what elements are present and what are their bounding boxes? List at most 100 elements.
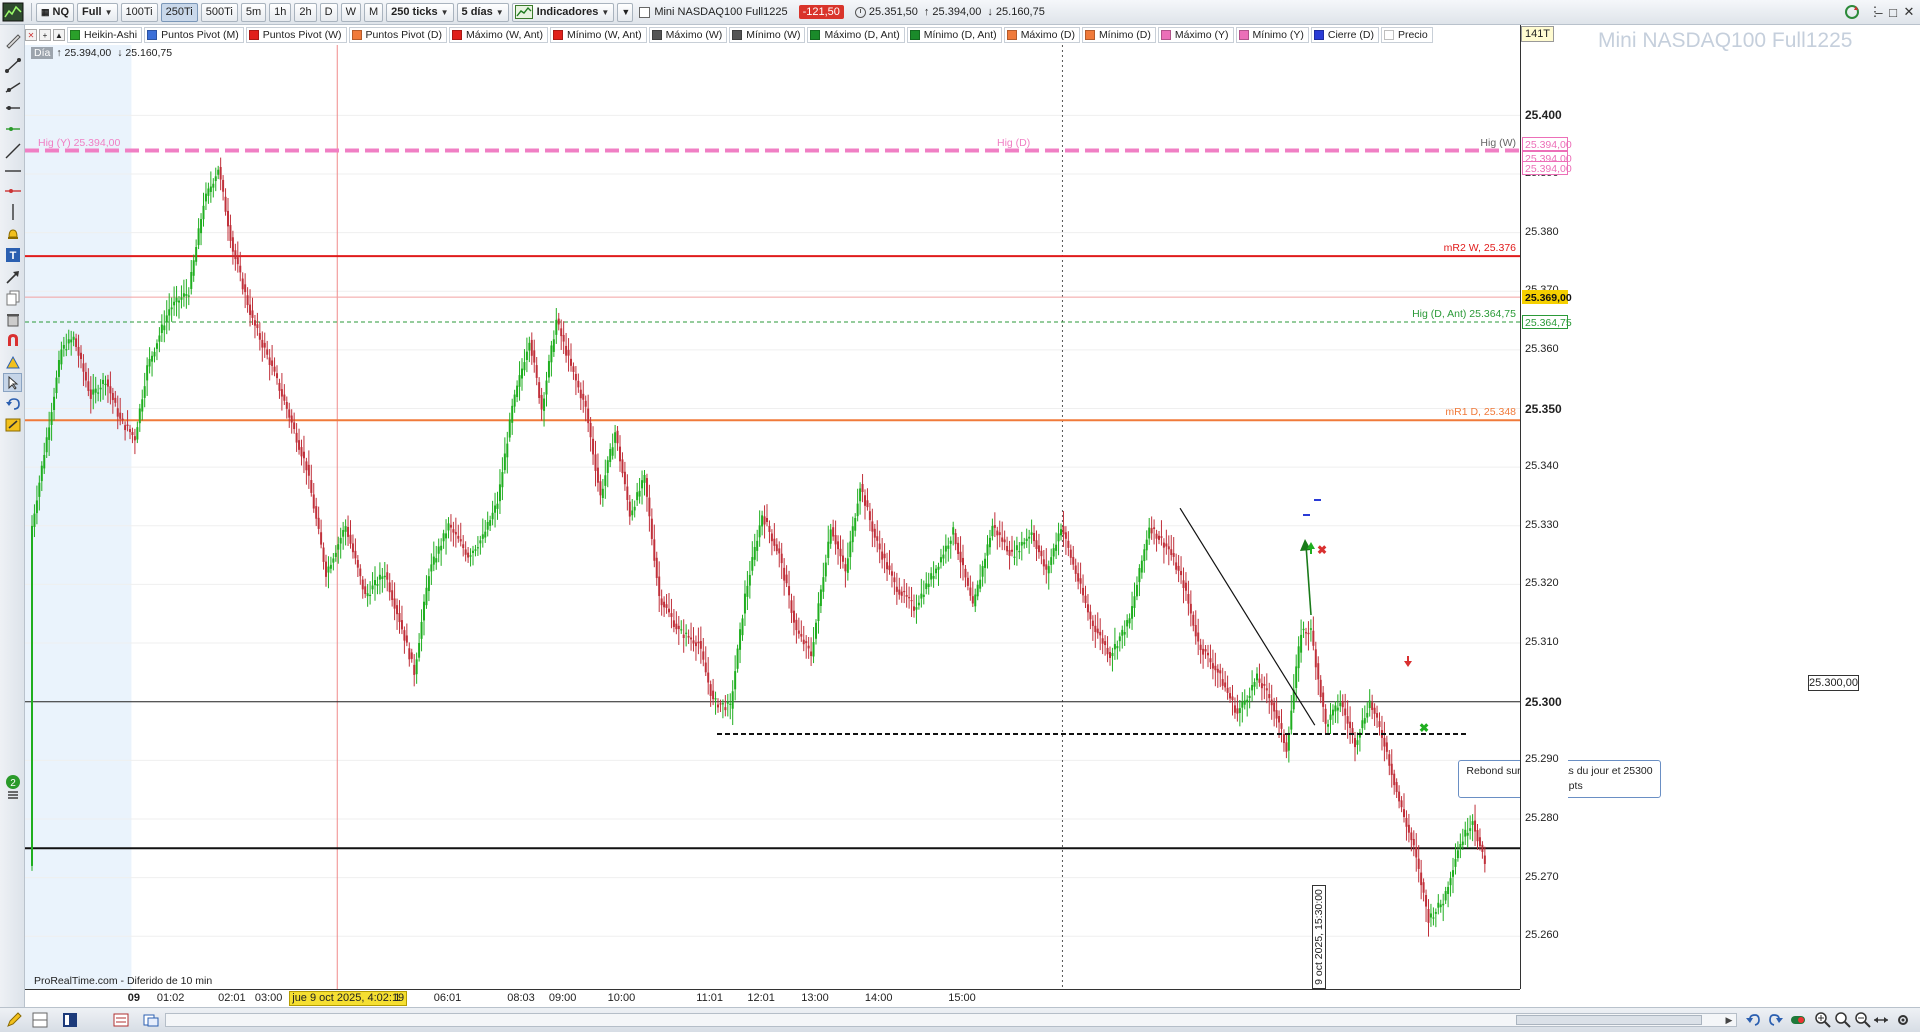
indicator-item[interactable]: Máximo (W) xyxy=(648,27,728,43)
interval-button-100ti[interactable]: 100Ti xyxy=(120,2,158,22)
range-dropdown[interactable]: 5 días ▼ xyxy=(456,2,509,22)
interval-button-d[interactable]: D xyxy=(319,2,338,22)
interval-button-w[interactable]: W xyxy=(340,2,361,22)
indicator-item[interactable]: Mínimo (W) xyxy=(729,27,806,43)
undo-drawing-icon[interactable] xyxy=(3,394,22,413)
magnet-icon[interactable] xyxy=(3,330,22,349)
scrollbar-thumb[interactable] xyxy=(1516,1015,1702,1025)
copy-icon[interactable] xyxy=(3,288,22,307)
candle-body xyxy=(80,352,82,360)
arrow-tool-icon[interactable] xyxy=(3,267,22,286)
app-logo-icon[interactable] xyxy=(2,2,24,22)
exit-marker-icon: ✖ xyxy=(1419,721,1429,735)
compare-icon[interactable] xyxy=(143,1012,159,1028)
candle-body xyxy=(518,375,521,387)
candle-body xyxy=(1356,740,1359,745)
candle-body xyxy=(437,546,440,554)
collapse-icon[interactable]: ▲ xyxy=(53,29,65,41)
units-dropdown[interactable]: 250 ticks ▼ xyxy=(386,2,454,22)
candle-body xyxy=(621,459,624,474)
alert-bell-icon[interactable] xyxy=(3,224,22,243)
info-icon xyxy=(639,6,651,18)
style-dropdown[interactable]: Full ▼ xyxy=(77,2,118,22)
redo-icon[interactable] xyxy=(1768,1012,1784,1028)
interval-button-2h[interactable]: 2h xyxy=(294,2,317,22)
candle-body xyxy=(1104,641,1107,646)
interval-button-5m[interactable]: 5m xyxy=(240,2,267,22)
horizontal-line-icon[interactable] xyxy=(3,161,22,180)
trash-icon[interactable] xyxy=(3,309,22,328)
trend-channel-icon[interactable] xyxy=(3,119,22,138)
candle-body xyxy=(1390,763,1393,776)
indicator-color-swatch xyxy=(810,30,821,40)
symbol-selector[interactable]: ▦ NQ xyxy=(36,2,75,22)
text-tool-icon[interactable]: T xyxy=(3,245,22,264)
candle-body xyxy=(655,557,658,579)
indicator-item[interactable]: Mínimo (Y) xyxy=(1235,27,1309,43)
time-axis[interactable]: 09 01:02 02:01 03:00 06:01 08:03 09:00 10:00 11:… xyxy=(25,989,1520,1007)
segment-tool-icon[interactable] xyxy=(3,55,22,74)
add-indicator-icon[interactable]: + xyxy=(39,29,51,41)
close-chart-icon[interactable]: ✕ xyxy=(25,29,37,41)
fit-width-icon[interactable] xyxy=(1873,1012,1889,1028)
indicator-color-swatch xyxy=(552,30,563,40)
panel-options-icon[interactable] xyxy=(3,785,22,804)
pencil-icon[interactable] xyxy=(6,1012,22,1028)
zoom-out-icon[interactable] xyxy=(1855,1012,1871,1028)
indicator-item[interactable]: Mínimo (W, Ant) xyxy=(549,27,647,43)
zoom-area-icon[interactable] xyxy=(3,352,22,371)
zoom-in-icon[interactable] xyxy=(1815,1012,1831,1028)
trend-line[interactable] xyxy=(1179,507,1316,726)
indicator-item[interactable]: Máximo (Y) xyxy=(1157,27,1234,43)
indicator-item[interactable]: Mínimo (D, Ant) xyxy=(906,27,1002,43)
close-button[interactable]: ✕ xyxy=(1900,3,1918,21)
price-tick-label: 25.400 xyxy=(1525,108,1562,123)
chart-settings-icon[interactable] xyxy=(1895,1012,1911,1028)
candle-body xyxy=(506,443,509,458)
horizontal-ray-icon[interactable] xyxy=(3,98,22,117)
scroll-right-icon[interactable]: ▶ xyxy=(1723,1014,1735,1026)
indicator-item[interactable]: Heikin-Ashi xyxy=(67,27,143,43)
zoom-reset-icon[interactable] xyxy=(1835,1012,1851,1028)
vertical-line-icon[interactable] xyxy=(3,202,22,221)
candle-body xyxy=(873,528,876,538)
indicator-item[interactable]: Máximo (D, Ant) xyxy=(807,27,905,43)
list-icon[interactable] xyxy=(113,1012,129,1028)
indicators-button[interactable]: Indicadores ▼ xyxy=(511,2,615,22)
tools-settings-icon[interactable] xyxy=(3,415,22,434)
horizontal-scrollbar[interactable]: ▶ xyxy=(165,1013,1737,1027)
interval-button-m[interactable]: M xyxy=(363,2,384,22)
candle-body xyxy=(1280,723,1283,729)
instrument-info-toggle[interactable]: ▼ xyxy=(617,2,634,22)
candle-body xyxy=(743,593,746,614)
undo-icon[interactable] xyxy=(1745,1012,1761,1028)
price-chart[interactable]: ✖ ✖ xyxy=(25,45,1520,989)
indicator-item[interactable]: Puntos Pivot (W) xyxy=(245,27,347,43)
indicator-item[interactable]: Precio xyxy=(1380,27,1433,43)
candle-body xyxy=(1111,652,1114,657)
ruler-tool-icon[interactable] xyxy=(3,31,22,50)
interval-button-1h[interactable]: 1h xyxy=(269,2,292,22)
indicator-item[interactable]: Máximo (D) xyxy=(1003,27,1080,43)
indicator-item[interactable]: Cierre (D) xyxy=(1310,27,1379,43)
indicator-item[interactable]: Puntos Pivot (D) xyxy=(348,27,447,43)
interval-button-500ti[interactable]: 500Ti xyxy=(200,2,238,22)
ray-tool-icon[interactable] xyxy=(3,77,22,96)
interval-button-250ti[interactable]: 250Ti xyxy=(160,2,198,22)
candle-body xyxy=(1471,821,1474,825)
indicator-item[interactable]: Máximo (W, Ant) xyxy=(448,27,548,43)
layout-icon[interactable] xyxy=(32,1012,48,1028)
indicator-item[interactable]: Mínimo (D) xyxy=(1081,27,1156,43)
candlestick-chart[interactable]: ✖✖ xyxy=(25,45,1520,989)
refresh-icon[interactable] xyxy=(1843,3,1861,21)
level-tag-25300[interactable]: 25.300,00 xyxy=(1808,675,1859,691)
price-axis[interactable]: 25.260 25.270 25.280 25.290 25.300 25.310 25.3… xyxy=(1520,25,1572,989)
toggle-settings-icon[interactable] xyxy=(1790,1012,1806,1028)
cursor-tool-icon[interactable] xyxy=(3,373,22,392)
indicator-item[interactable]: Puntos Pivot (M) xyxy=(144,27,244,43)
candle-body xyxy=(1366,712,1369,718)
line-tool-icon[interactable] xyxy=(3,141,22,160)
candle-body xyxy=(910,599,913,602)
price-line-icon[interactable] xyxy=(3,181,22,200)
split-view-icon[interactable] xyxy=(62,1012,78,1028)
